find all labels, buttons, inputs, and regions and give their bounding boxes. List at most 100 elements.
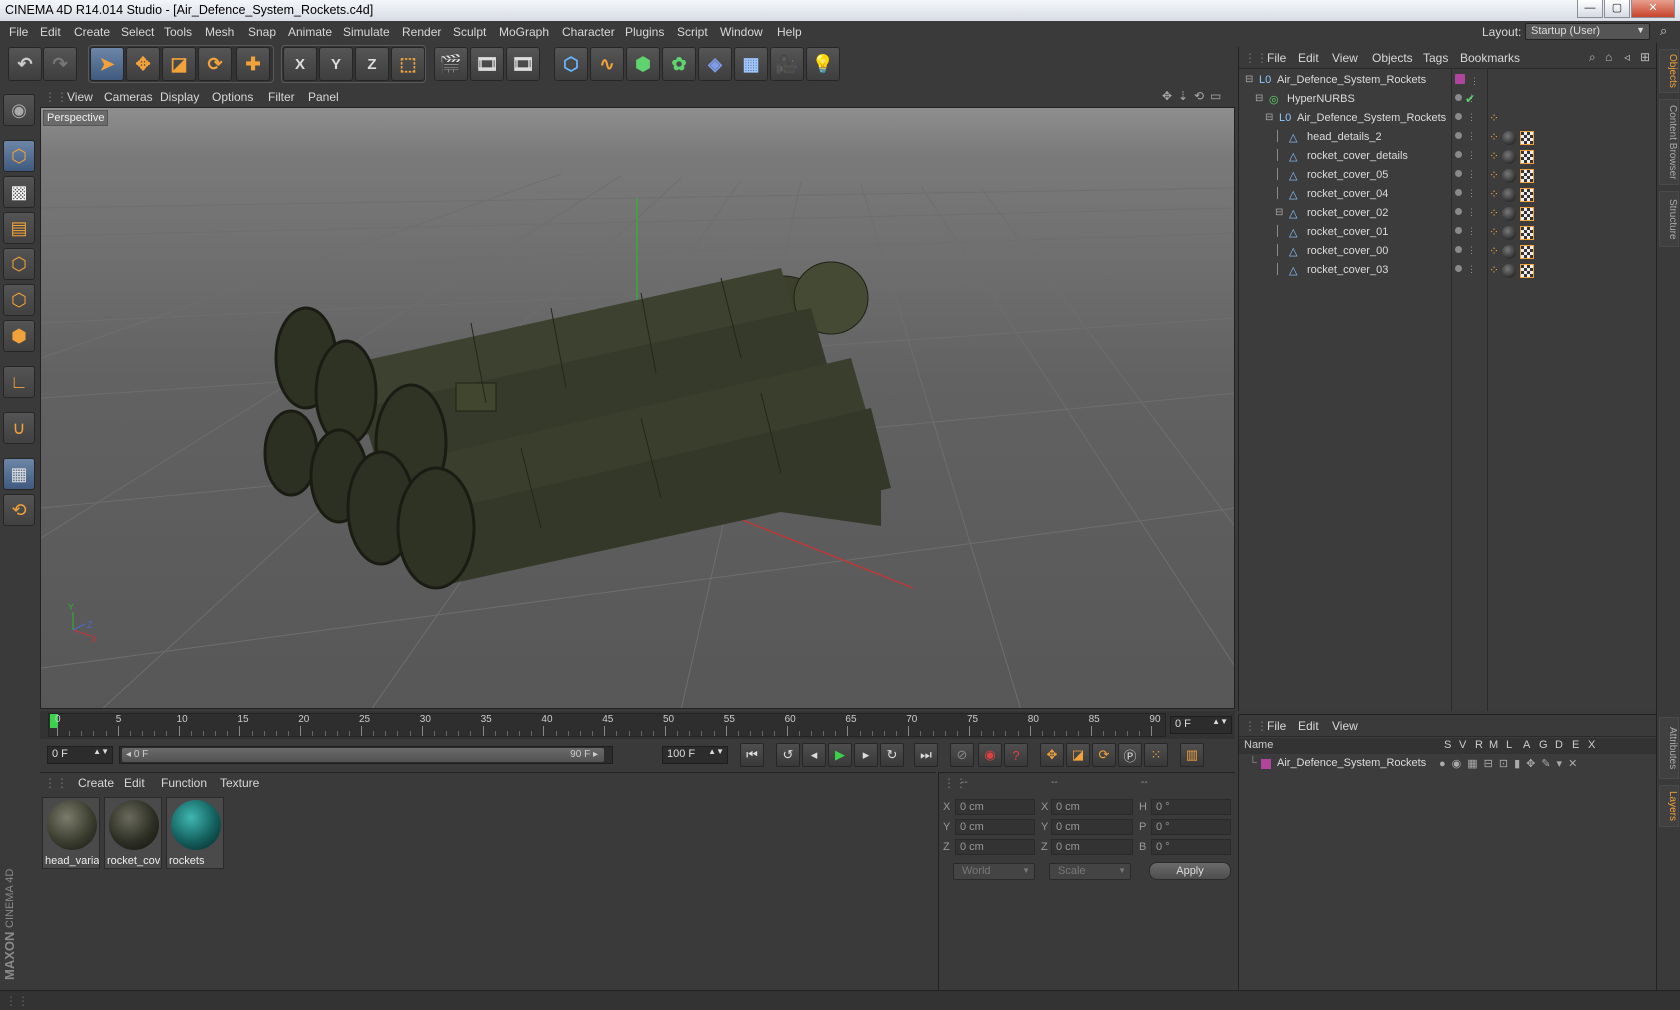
material-menu-edit[interactable]: Edit <box>124 776 145 790</box>
menu-create[interactable]: Create <box>74 25 110 39</box>
objects-menu-tags[interactable]: Tags <box>1423 51 1448 65</box>
layer-col-render[interactable]: R <box>1475 739 1483 751</box>
tab-attributes[interactable]: Attributes <box>1659 717 1679 779</box>
visibility-toggle[interactable]: ⋮ <box>1455 245 1481 256</box>
visibility-toggle[interactable]: ⋮ <box>1455 74 1481 87</box>
material-swatch[interactable]: rocket_cov <box>104 797 162 869</box>
record-scale-button[interactable]: ◪ <box>1066 743 1090 767</box>
menu-snap[interactable]: Snap <box>248 25 276 39</box>
visibility-toggle[interactable]: ⋮ <box>1455 150 1481 161</box>
object-tags[interactable]: ⁘ <box>1489 130 1534 145</box>
new-window-icon[interactable]: ⊞ <box>1640 50 1650 64</box>
tab-structure[interactable]: Structure <box>1659 191 1679 247</box>
add-cube-button[interactable]: ⬡ <box>554 47 588 81</box>
record-parameter-button[interactable]: Ⓟ <box>1118 743 1142 767</box>
go-to-start-button[interactable]: ⏮ <box>740 743 764 767</box>
position-x-field[interactable]: 0 cm <box>955 799 1035 815</box>
model-mode-button[interactable]: ⬡ <box>3 140 35 172</box>
home-icon[interactable]: ⌂ <box>1605 50 1612 64</box>
menu-script[interactable]: Script <box>677 25 708 39</box>
visibility-toggle[interactable]: ⋮ <box>1455 112 1481 123</box>
size-z-field[interactable]: 0 cm <box>1051 839 1133 855</box>
live-selection-button[interactable]: ➤ <box>90 47 124 81</box>
end-frame-field[interactable]: 100 F ▲▼ <box>662 746 728 764</box>
make-editable-button[interactable]: ◉ <box>3 94 35 126</box>
object-tags[interactable]: ⁘ <box>1489 187 1534 202</box>
maximize-button[interactable]: ▢ <box>1604 0 1630 18</box>
rotation-p-field[interactable]: 0 ° <box>1151 819 1231 835</box>
material-menu-function[interactable]: Function <box>161 776 207 790</box>
move-button[interactable]: ✥ <box>126 47 160 81</box>
add-floor-button[interactable]: ▦ <box>734 47 768 81</box>
layout-dropdown[interactable]: Startup (User) ▼ <box>1525 23 1650 40</box>
axis-mode-button[interactable]: ∟ <box>3 366 35 398</box>
object-row[interactable]: ⊟ L0 Air_Defence_System_Rockets ⋮ ⁘ <box>1239 109 1657 129</box>
expand-toggle-icon[interactable]: ⊟ <box>1245 74 1253 85</box>
apply-button[interactable]: Apply <box>1149 862 1231 880</box>
objects-menu-file[interactable]: File <box>1267 51 1286 65</box>
object-tags[interactable]: ⁘ <box>1489 225 1534 240</box>
object-row[interactable]: │ △ rocket_cover_details ⋮ ⁘ <box>1239 147 1657 167</box>
layer-col-animation[interactable]: A <box>1523 739 1530 751</box>
last-tool-button[interactable]: ✚ <box>236 47 270 81</box>
size-mode-dropdown[interactable]: Scale ▼ <box>1049 863 1131 880</box>
object-row[interactable]: │ △ head_details_2 ⋮ ⁘ <box>1239 128 1657 148</box>
size-y-field[interactable]: 0 cm <box>1051 819 1133 835</box>
perspective-viewport[interactable]: Y X Z Perspective <box>40 107 1235 709</box>
next-frame-button[interactable]: ▸ <box>854 743 878 767</box>
objects-menu-edit[interactable]: Edit <box>1298 51 1319 65</box>
viewport-menu-cameras[interactable]: Cameras <box>104 90 153 104</box>
add-nurbs-button[interactable]: ⬢ <box>626 47 660 81</box>
visibility-toggle[interactable]: ⋮ <box>1455 169 1481 180</box>
y-axis-lock-button[interactable]: Y <box>319 47 353 81</box>
add-camera-button[interactable]: 🎥 <box>770 47 804 81</box>
coordinate-mode-dropdown[interactable]: World ▼ <box>953 863 1035 880</box>
layer-col-deformers[interactable]: D <box>1555 739 1563 751</box>
menu-animate[interactable]: Animate <box>288 25 332 39</box>
go-to-end-button[interactable]: ⏭ <box>914 743 938 767</box>
menu-window[interactable]: Window <box>720 25 763 39</box>
menu-simulate[interactable]: Simulate <box>343 25 390 39</box>
scale-button[interactable]: ◪ <box>162 47 196 81</box>
keyframe-selection-button[interactable]: ? <box>1004 743 1028 767</box>
menu-render[interactable]: Render <box>402 25 441 39</box>
layers-menu-view[interactable]: View <box>1332 719 1358 733</box>
object-row[interactable]: │ △ rocket_cover_01 ⋮ ⁘ <box>1239 223 1657 243</box>
object-tags[interactable]: ⁘ <box>1489 149 1534 164</box>
tab-layers[interactable]: Layers <box>1659 785 1679 827</box>
viewport-menu-panel[interactable]: Panel <box>308 90 339 104</box>
material-swatch[interactable]: rockets <box>166 797 224 869</box>
object-row[interactable]: ⊟ △ rocket_cover_02 ⋮ ⁘ <box>1239 204 1657 224</box>
tab-content-browser[interactable]: Content Browser <box>1659 99 1679 185</box>
undo-button[interactable]: ↶ <box>8 47 42 81</box>
layer-col-view[interactable]: V <box>1459 739 1466 751</box>
position-y-field[interactable]: 0 cm <box>955 819 1035 835</box>
workplane-button[interactable]: ▦ <box>3 458 35 490</box>
layer-col-manager[interactable]: M <box>1489 739 1498 751</box>
expand-toggle-icon[interactable]: ⊟ <box>1255 93 1263 104</box>
object-row[interactable]: ⊟ ◎ HyperNURBS ⋮ ✔ <box>1239 90 1657 110</box>
menu-mesh[interactable]: Mesh <box>205 25 234 39</box>
size-x-field[interactable]: 0 cm <box>1051 799 1133 815</box>
visibility-toggle[interactable]: ⋮ <box>1455 264 1481 275</box>
object-row[interactable]: │ △ rocket_cover_05 ⋮ ⁘ <box>1239 166 1657 186</box>
visibility-toggle[interactable]: ⋮ <box>1455 207 1481 218</box>
add-spline-button[interactable]: ∿ <box>590 47 624 81</box>
current-frame-field[interactable]: 0 F ▲▼ <box>1170 716 1232 734</box>
add-deformer-button[interactable]: ◈ <box>698 47 732 81</box>
render-settings-button[interactable]: 🎞 <box>506 47 540 81</box>
viewport-menu-view[interactable]: View <box>67 90 93 104</box>
previous-frame-button[interactable]: ◂ <box>802 743 826 767</box>
material-menu-create[interactable]: Create <box>78 776 114 790</box>
object-row[interactable]: │ △ rocket_cover_00 ⋮ ⁘ <box>1239 242 1657 262</box>
menu-tools[interactable]: Tools <box>164 25 192 39</box>
menu-plugins[interactable]: Plugins <box>625 25 664 39</box>
coordinate-system-button[interactable]: ⬚ <box>391 47 425 81</box>
rotate-button[interactable]: ⟳ <box>198 47 232 81</box>
timeline-window-button[interactable]: ▥ <box>1180 743 1204 767</box>
play-button[interactable]: ▶ <box>828 743 852 767</box>
maximize-view-icon[interactable]: ▭ <box>1210 89 1221 103</box>
add-array-button[interactable]: ✿ <box>662 47 696 81</box>
object-tags[interactable]: ⁘ <box>1489 244 1534 259</box>
enabled-check-icon[interactable]: ✔ <box>1465 92 1475 106</box>
